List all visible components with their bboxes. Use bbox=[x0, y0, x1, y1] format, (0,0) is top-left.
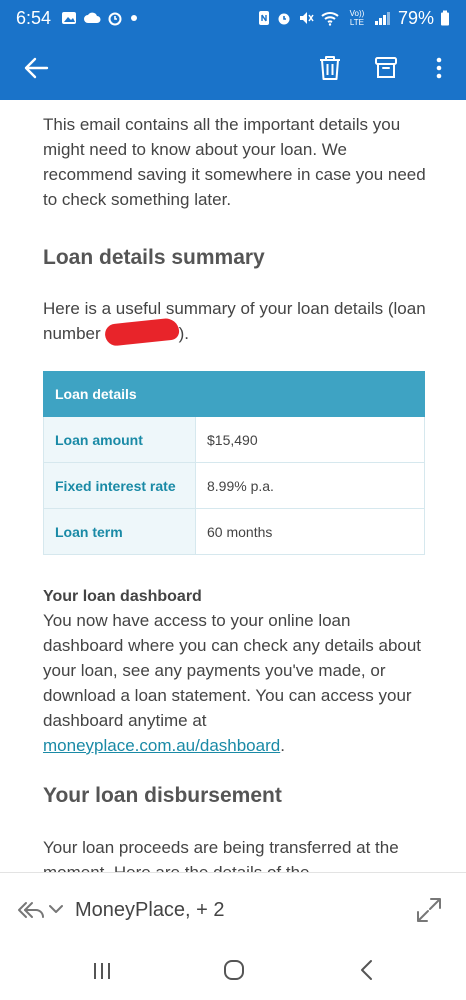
row-label: Loan term bbox=[43, 508, 196, 555]
reply-bar: MoneyPlace, + 2 bbox=[0, 872, 466, 946]
row-label: Fixed interest rate bbox=[43, 462, 196, 509]
sender-name[interactable]: MoneyPlace, + 2 bbox=[75, 897, 225, 923]
dot-icon bbox=[131, 15, 138, 21]
disbursement-heading: Your loan disbursement bbox=[43, 784, 282, 807]
recent-apps-button[interactable] bbox=[90, 960, 114, 982]
battery-icon bbox=[441, 10, 449, 26]
expand-icon bbox=[417, 898, 441, 922]
home-button[interactable] bbox=[222, 958, 246, 982]
table-row: Loan amount $15,490 bbox=[43, 416, 425, 463]
intro-paragraph: This email contains all the important de… bbox=[43, 115, 426, 209]
status-right-icons: Vo)) LTE 79% bbox=[258, 8, 450, 29]
reply-all-button[interactable] bbox=[16, 897, 46, 923]
chevron-down-icon bbox=[49, 905, 63, 913]
more-options-button[interactable] bbox=[424, 50, 454, 86]
signal-icon bbox=[374, 12, 390, 25]
volte-label: Vo)) LTE bbox=[349, 9, 365, 27]
summary-heading: Loan details summary bbox=[43, 246, 265, 269]
recent-apps-icon bbox=[94, 963, 110, 979]
system-nav-bar bbox=[0, 946, 466, 1000]
redaction-mark bbox=[103, 317, 180, 347]
nav-back-icon bbox=[361, 960, 372, 980]
reply-all-icon bbox=[18, 902, 44, 918]
dashboard-paragraph: You now have access to your online loan … bbox=[43, 608, 433, 758]
status-bar: 6:54 Vo)) LTE 79% bbox=[0, 0, 466, 36]
disbursement-paragraph: Your loan proceeds are being transferred… bbox=[43, 838, 399, 872]
dashboard-text: You now have access to your online loan … bbox=[43, 611, 422, 730]
nfc-icon bbox=[258, 11, 269, 25]
status-left-icons bbox=[61, 10, 139, 26]
alarm-icon bbox=[108, 12, 122, 26]
home-icon bbox=[224, 960, 244, 980]
expand-button[interactable] bbox=[414, 895, 444, 925]
dashboard-heading: Your loan dashboard bbox=[43, 588, 202, 605]
row-value: 60 months bbox=[195, 508, 425, 555]
row-value: $15,490 bbox=[195, 416, 425, 463]
table-header: Loan details bbox=[43, 371, 425, 417]
more-vertical-icon bbox=[436, 57, 442, 79]
nav-back-button[interactable] bbox=[354, 958, 378, 982]
wifi-icon bbox=[321, 12, 339, 26]
row-label: Loan amount bbox=[43, 416, 196, 463]
cloud-icon bbox=[84, 12, 101, 23]
archive-icon bbox=[375, 57, 397, 78]
table-row: Loan term 60 months bbox=[43, 508, 425, 555]
back-arrow-icon bbox=[24, 57, 49, 79]
status-time: 6:54 bbox=[16, 7, 52, 28]
back-button[interactable] bbox=[18, 50, 54, 86]
mute-icon bbox=[299, 12, 314, 24]
archive-button[interactable] bbox=[368, 50, 404, 86]
trash-icon bbox=[320, 56, 340, 80]
delete-button[interactable] bbox=[312, 50, 348, 86]
alarm-icon bbox=[278, 13, 290, 25]
row-value: 8.99% p.a. bbox=[195, 462, 425, 509]
loan-details-table: Loan details Loan amount $15,490 Fixed i… bbox=[43, 371, 425, 555]
email-toolbar bbox=[0, 36, 466, 100]
summary-paragraph: Here is a useful summary of your loan de… bbox=[43, 296, 433, 347]
battery-percent: 79% bbox=[397, 7, 434, 28]
table-header-row: Loan details bbox=[43, 371, 425, 417]
dashboard-link-suffix: . bbox=[280, 736, 285, 755]
email-body[interactable]: This email contains all the important de… bbox=[43, 100, 433, 872]
gallery-icon bbox=[62, 12, 77, 24]
summary-text-before: Here is a useful summary of your loan de… bbox=[43, 299, 426, 343]
table-row: Fixed interest rate 8.99% p.a. bbox=[43, 462, 425, 509]
reply-options-button[interactable] bbox=[48, 899, 64, 919]
summary-text-after: ). bbox=[178, 324, 190, 343]
dashboard-link[interactable]: moneyplace.com.au/dashboard bbox=[43, 736, 280, 755]
